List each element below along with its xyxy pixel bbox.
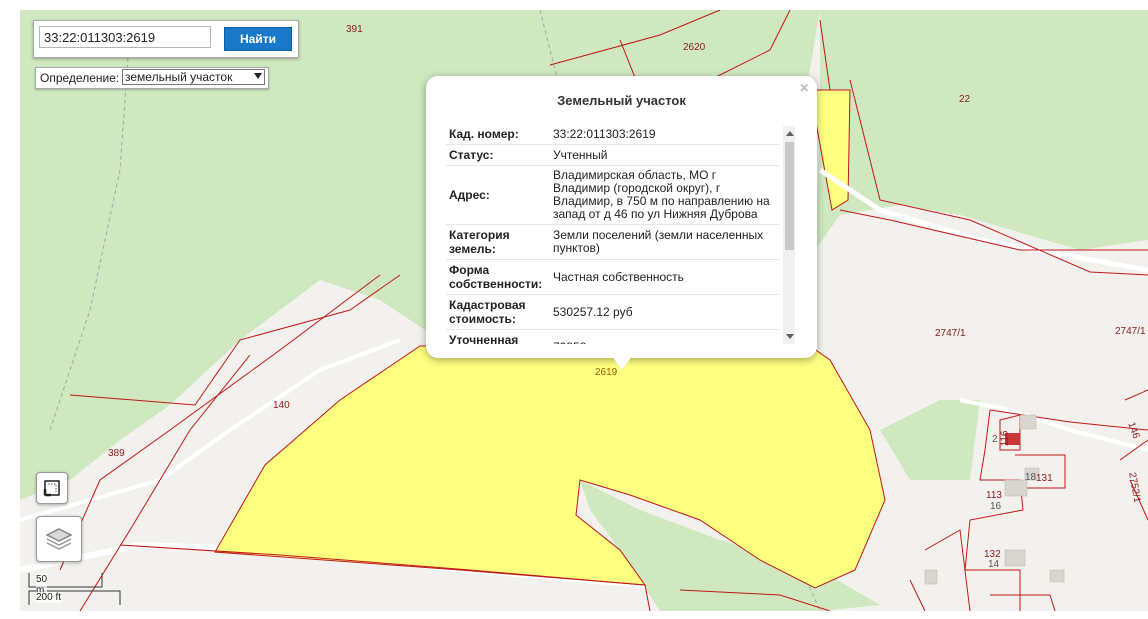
parcel-label-22: 22 [959, 94, 971, 105]
attribute-value: 79858 кв.м [550, 329, 779, 344]
layers-button[interactable] [36, 516, 82, 562]
attribute-value: 33:22:011303:2619 [550, 124, 779, 145]
popup-pointer [612, 356, 632, 370]
table-row: Форма собственности: Частная собственнос… [446, 259, 779, 295]
attribute-value: Частная собственность [550, 259, 779, 295]
search-panel: Найти [33, 20, 299, 58]
attribute-key: Категория земель: [446, 224, 550, 260]
house-number-2: 2 [992, 434, 998, 445]
fullscreen-icon [43, 480, 60, 497]
definition-panel: Определение: земельный участок [35, 67, 269, 89]
attribute-value: Владимирская область, МО г Владимир (гор… [550, 165, 779, 225]
parcel-label-391: 391 [346, 24, 363, 35]
table-row: Уточненная площадь: 79858 кв.м [446, 329, 779, 344]
scale-imperial: 200 ft [36, 592, 62, 603]
house-number-18: 18 [1025, 472, 1037, 483]
parcel-label-2747-1-east: 2747/1 [1115, 326, 1146, 337]
attribute-value: Учтенный [550, 144, 779, 166]
attribute-key: Адрес: [446, 165, 550, 225]
popup-title: Земельный участок [557, 93, 686, 108]
table-row: Кад. номер: 33:22:011303:2619 [446, 124, 779, 145]
parcel-attributes-table: Кад. номер: 33:22:011303:2619 Статус: Уч… [446, 124, 779, 344]
scroll-up-icon[interactable] [786, 131, 794, 136]
attribute-key: Статус: [446, 144, 550, 166]
fullscreen-button[interactable] [36, 472, 68, 504]
table-row: Категория земель: Земли поселений (земли… [446, 224, 779, 260]
attribute-key: Уточненная площадь: [446, 329, 550, 344]
table-row: Кадастровая стоимость: 530257.12 руб [446, 294, 779, 330]
attribute-key: Кадастровая стоимость: [446, 294, 550, 330]
attribute-key: Кад. номер: [446, 124, 550, 145]
popup-table-container[interactable]: Кад. номер: 33:22:011303:2619 Статус: Уч… [446, 124, 806, 344]
parcel-label-2747-1: 2747/1 [935, 328, 966, 339]
house-number-14: 14 [988, 559, 1000, 570]
attribute-key: Форма собственности: [446, 259, 550, 295]
table-row: Статус: Учтенный [446, 144, 779, 166]
scroll-down-icon[interactable] [786, 334, 794, 339]
parcel-label-131: 131 [1036, 473, 1053, 484]
definition-select[interactable]: земельный участок [122, 69, 265, 85]
definition-selected-value: земельный участок [125, 70, 233, 84]
popup-scrollbar[interactable] [783, 126, 795, 344]
scroll-thumb[interactable] [785, 142, 794, 250]
attribute-value: 530257.12 руб [550, 294, 779, 330]
parcel-label-2620: 2620 [683, 42, 706, 53]
layers-icon [45, 528, 73, 550]
attribute-value: Земли поселений (земли населенных пункто… [550, 224, 779, 260]
house-number-16: 16 [990, 501, 1002, 512]
chevron-down-icon [254, 73, 262, 79]
parcel-label-116: 116 [999, 430, 1011, 447]
parcel-label-389: 389 [108, 448, 125, 459]
cadastral-number-input[interactable] [39, 26, 211, 48]
parcel-label-113: 113 [986, 490, 1002, 501]
parcel-label-140: 140 [273, 400, 290, 411]
definition-label: Определение: [40, 71, 120, 85]
table-row: Адрес: Владимирская область, МО г Владим… [446, 165, 779, 225]
find-button[interactable]: Найти [224, 27, 292, 51]
parcel-info-popup: × Земельный участок Кад. номер: 33:22:01… [426, 76, 817, 370]
